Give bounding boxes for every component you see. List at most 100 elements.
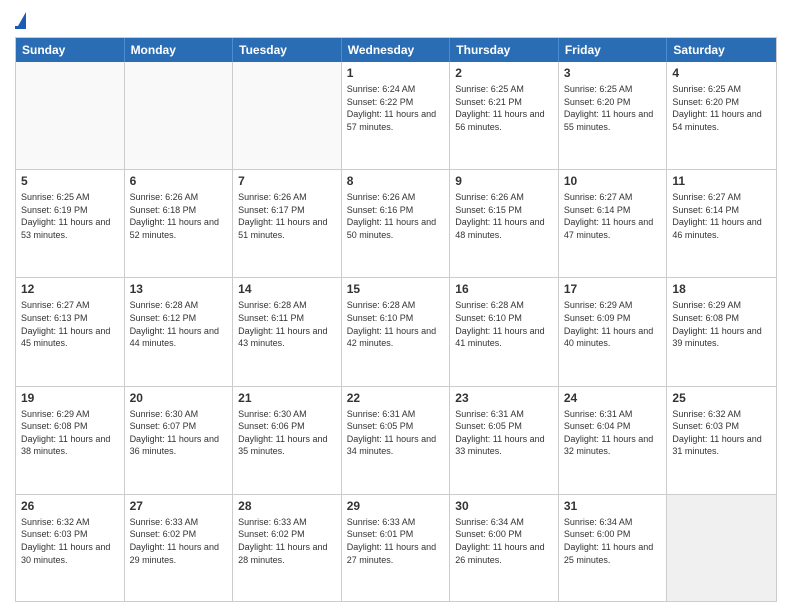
- header-day-sunday: Sunday: [16, 38, 125, 62]
- cell-info: Sunrise: 6:25 AMSunset: 6:20 PMDaylight:…: [672, 83, 771, 133]
- day-number: 30: [455, 499, 553, 513]
- cal-cell: [233, 62, 342, 169]
- cell-info: Sunrise: 6:32 AMSunset: 6:03 PMDaylight:…: [21, 516, 119, 566]
- day-number: 12: [21, 282, 119, 296]
- cal-cell: 30 Sunrise: 6:34 AMSunset: 6:00 PMDayligh…: [450, 495, 559, 602]
- day-number: 14: [238, 282, 336, 296]
- day-number: 28: [238, 499, 336, 513]
- cell-info: Sunrise: 6:31 AMSunset: 6:04 PMDaylight:…: [564, 408, 662, 458]
- cal-cell: 10 Sunrise: 6:27 AMSunset: 6:14 PMDayligh…: [559, 170, 668, 277]
- cell-info: Sunrise: 6:34 AMSunset: 6:00 PMDaylight:…: [455, 516, 553, 566]
- cal-cell: 16 Sunrise: 6:28 AMSunset: 6:10 PMDayligh…: [450, 278, 559, 385]
- cell-info: Sunrise: 6:25 AMSunset: 6:19 PMDaylight:…: [21, 191, 119, 241]
- logo-triangle-icon: [18, 12, 26, 26]
- cell-info: Sunrise: 6:29 AMSunset: 6:08 PMDaylight:…: [672, 299, 771, 349]
- cal-cell: 24 Sunrise: 6:31 AMSunset: 6:04 PMDayligh…: [559, 387, 668, 494]
- day-number: 16: [455, 282, 553, 296]
- calendar-header: SundayMondayTuesdayWednesdayThursdayFrid…: [16, 38, 776, 62]
- header-day-tuesday: Tuesday: [233, 38, 342, 62]
- day-number: 1: [347, 66, 445, 80]
- cal-cell: 3Sunrise: 6:25 AMSunset: 6:20 PMDaylight…: [559, 62, 668, 169]
- cell-info: Sunrise: 6:33 AMSunset: 6:01 PMDaylight:…: [347, 516, 445, 566]
- day-number: 2: [455, 66, 553, 80]
- cal-cell: 23 Sunrise: 6:31 AMSunset: 6:05 PMDayligh…: [450, 387, 559, 494]
- week-row-4: 19Sunrise: 6:29 AMSunset: 6:08 PMDayligh…: [16, 387, 776, 495]
- cal-cell: 8Sunrise: 6:26 AMSunset: 6:16 PMDaylight…: [342, 170, 451, 277]
- cell-info: Sunrise: 6:27 AMSunset: 6:14 PMDaylight:…: [672, 191, 771, 241]
- day-number: 4: [672, 66, 771, 80]
- cell-info: Sunrise: 6:28 AMSunset: 6:12 PMDaylight:…: [130, 299, 228, 349]
- cal-cell: 31Sunrise: 6:34 AMSunset: 6:00 PMDayligh…: [559, 495, 668, 602]
- cal-cell: 21 Sunrise: 6:30 AMSunset: 6:06 PMDayligh…: [233, 387, 342, 494]
- cell-info: Sunrise: 6:26 AMSunset: 6:16 PMDaylight:…: [347, 191, 445, 241]
- cal-cell: 27 Sunrise: 6:33 AMSunset: 6:02 PMDayligh…: [125, 495, 234, 602]
- header-day-friday: Friday: [559, 38, 668, 62]
- cal-cell: 5 Sunrise: 6:25 AMSunset: 6:19 PMDaylight…: [16, 170, 125, 277]
- day-number: 5: [21, 174, 119, 188]
- day-number: 7: [238, 174, 336, 188]
- cal-cell: 19Sunrise: 6:29 AMSunset: 6:08 PMDayligh…: [16, 387, 125, 494]
- day-number: 10: [564, 174, 662, 188]
- day-number: 22: [347, 391, 445, 405]
- cell-info: Sunrise: 6:33 AMSunset: 6:02 PMDaylight:…: [130, 516, 228, 566]
- cal-cell: 20 Sunrise: 6:30 AMSunset: 6:07 PMDayligh…: [125, 387, 234, 494]
- calendar-body: 1 Sunrise: 6:24 AMSunset: 6:22 PMDaylight…: [16, 62, 776, 602]
- cell-info: Sunrise: 6:32 AMSunset: 6:03 PMDaylight:…: [672, 408, 771, 458]
- cell-info: Sunrise: 6:26 AMSunset: 6:18 PMDaylight:…: [130, 191, 228, 241]
- day-number: 6: [130, 174, 228, 188]
- cell-info: Sunrise: 6:28 AMSunset: 6:10 PMDaylight:…: [455, 299, 553, 349]
- day-number: 13: [130, 282, 228, 296]
- cell-info: Sunrise: 6:29 AMSunset: 6:09 PMDaylight:…: [564, 299, 662, 349]
- day-number: 9: [455, 174, 553, 188]
- cal-cell: 29 Sunrise: 6:33 AMSunset: 6:01 PMDayligh…: [342, 495, 451, 602]
- cell-info: Sunrise: 6:31 AMSunset: 6:05 PMDaylight:…: [347, 408, 445, 458]
- cal-cell: 9 Sunrise: 6:26 AMSunset: 6:15 PMDaylight…: [450, 170, 559, 277]
- day-number: 23: [455, 391, 553, 405]
- cal-cell: 15 Sunrise: 6:28 AMSunset: 6:10 PMDayligh…: [342, 278, 451, 385]
- cal-cell: 11 Sunrise: 6:27 AMSunset: 6:14 PMDayligh…: [667, 170, 776, 277]
- cal-cell: 18 Sunrise: 6:29 AMSunset: 6:08 PMDayligh…: [667, 278, 776, 385]
- cal-cell: [125, 62, 234, 169]
- cal-cell: 25 Sunrise: 6:32 AMSunset: 6:03 PMDayligh…: [667, 387, 776, 494]
- day-number: 29: [347, 499, 445, 513]
- cal-cell: 4 Sunrise: 6:25 AMSunset: 6:20 PMDaylight…: [667, 62, 776, 169]
- day-number: 25: [672, 391, 771, 405]
- cal-cell: 6 Sunrise: 6:26 AMSunset: 6:18 PMDaylight…: [125, 170, 234, 277]
- day-number: 26: [21, 499, 119, 513]
- cal-cell: 28Sunrise: 6:33 AMSunset: 6:02 PMDayligh…: [233, 495, 342, 602]
- week-row-1: 1 Sunrise: 6:24 AMSunset: 6:22 PMDaylight…: [16, 62, 776, 170]
- header-day-monday: Monday: [125, 38, 234, 62]
- week-row-5: 26 Sunrise: 6:32 AMSunset: 6:03 PMDayligh…: [16, 495, 776, 602]
- cell-info: Sunrise: 6:30 AMSunset: 6:07 PMDaylight:…: [130, 408, 228, 458]
- logo: [15, 10, 26, 29]
- day-number: 20: [130, 391, 228, 405]
- header-day-saturday: Saturday: [667, 38, 776, 62]
- day-number: 11: [672, 174, 771, 188]
- header-day-wednesday: Wednesday: [342, 38, 451, 62]
- cell-info: Sunrise: 6:24 AMSunset: 6:22 PMDaylight:…: [347, 83, 445, 133]
- cell-info: Sunrise: 6:28 AMSunset: 6:10 PMDaylight:…: [347, 299, 445, 349]
- cal-cell: 14Sunrise: 6:28 AMSunset: 6:11 PMDayligh…: [233, 278, 342, 385]
- day-number: 15: [347, 282, 445, 296]
- day-number: 21: [238, 391, 336, 405]
- week-row-3: 12Sunrise: 6:27 AMSunset: 6:13 PMDayligh…: [16, 278, 776, 386]
- cell-info: Sunrise: 6:26 AMSunset: 6:15 PMDaylight:…: [455, 191, 553, 241]
- day-number: 24: [564, 391, 662, 405]
- calendar: SundayMondayTuesdayWednesdayThursdayFrid…: [15, 37, 777, 602]
- cell-info: Sunrise: 6:27 AMSunset: 6:14 PMDaylight:…: [564, 191, 662, 241]
- cal-cell: 22 Sunrise: 6:31 AMSunset: 6:05 PMDayligh…: [342, 387, 451, 494]
- cal-cell: 2Sunrise: 6:25 AMSunset: 6:21 PMDaylight…: [450, 62, 559, 169]
- cal-cell: [667, 495, 776, 602]
- cal-cell: 13 Sunrise: 6:28 AMSunset: 6:12 PMDayligh…: [125, 278, 234, 385]
- cal-cell: 12Sunrise: 6:27 AMSunset: 6:13 PMDayligh…: [16, 278, 125, 385]
- week-row-2: 5 Sunrise: 6:25 AMSunset: 6:19 PMDaylight…: [16, 170, 776, 278]
- day-number: 18: [672, 282, 771, 296]
- day-number: 27: [130, 499, 228, 513]
- cal-cell: 7Sunrise: 6:26 AMSunset: 6:17 PMDaylight…: [233, 170, 342, 277]
- page: SundayMondayTuesdayWednesdayThursdayFrid…: [0, 0, 792, 612]
- cell-info: Sunrise: 6:30 AMSunset: 6:06 PMDaylight:…: [238, 408, 336, 458]
- day-number: 3: [564, 66, 662, 80]
- header-day-thursday: Thursday: [450, 38, 559, 62]
- cell-info: Sunrise: 6:31 AMSunset: 6:05 PMDaylight:…: [455, 408, 553, 458]
- cal-cell: [16, 62, 125, 169]
